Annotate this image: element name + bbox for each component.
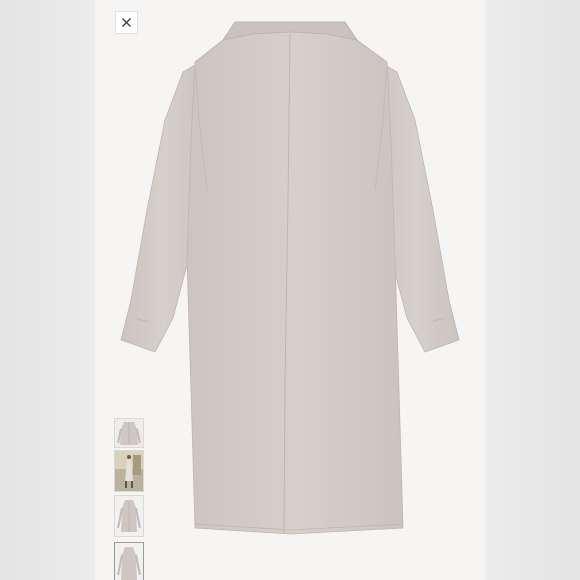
thumbnail-2[interactable] [114, 450, 144, 492]
product-image-viewer [95, 0, 485, 580]
coat-back-image [120, 21, 460, 535]
thumbnail-3[interactable] [114, 495, 144, 537]
right-backdrop [485, 0, 580, 580]
close-icon [122, 18, 131, 27]
coat-back-photo-icon [115, 543, 143, 580]
thumbnail-1[interactable] [114, 418, 144, 448]
coat-flat-photo-icon [115, 496, 143, 536]
left-backdrop [0, 0, 95, 580]
model-street-photo-icon [115, 451, 143, 491]
coat-front-photo-icon [115, 419, 143, 447]
thumbnail-4[interactable] [114, 542, 144, 580]
close-button[interactable] [115, 11, 138, 34]
